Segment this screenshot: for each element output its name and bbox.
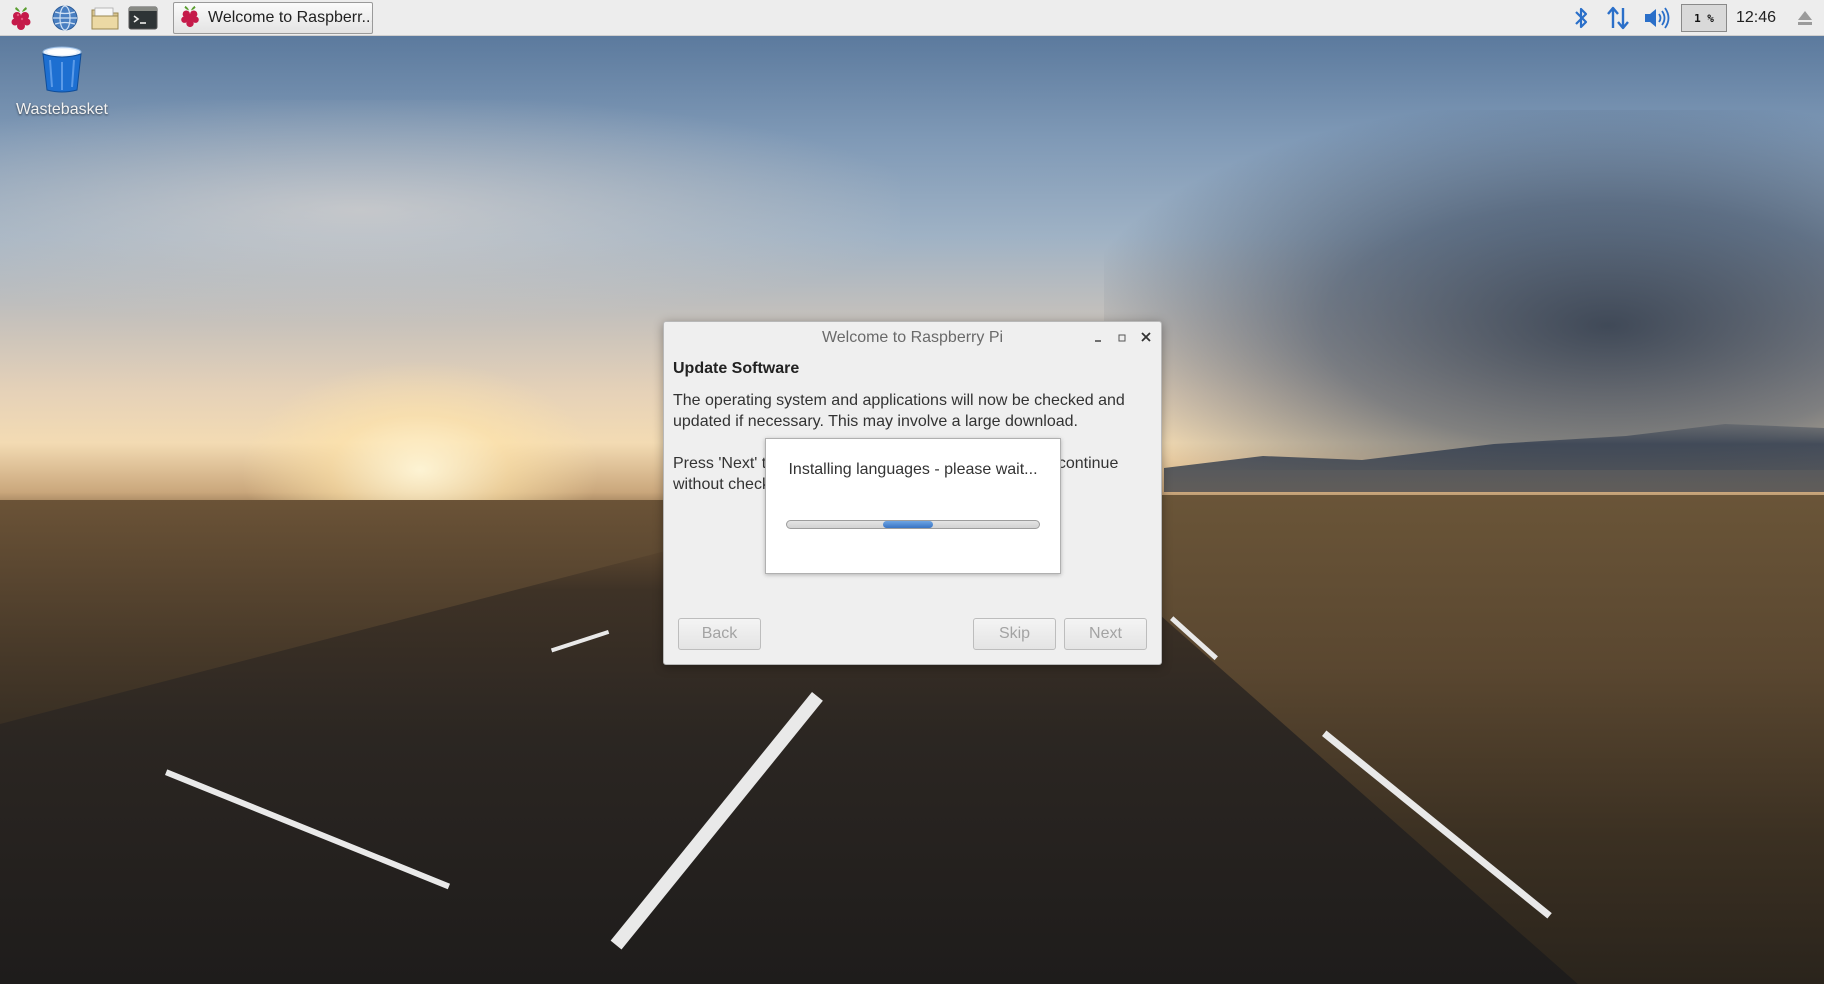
- wallpaper-field-left: [0, 500, 700, 724]
- raspberry-icon: [178, 3, 202, 34]
- minimize-button[interactable]: [1088, 328, 1108, 348]
- maximize-button[interactable]: [1112, 328, 1132, 348]
- dialog-heading: Update Software: [673, 360, 800, 377]
- desktop-icon-wastebasket[interactable]: Wastebasket: [10, 44, 114, 119]
- road-marking: [165, 769, 451, 890]
- wastebasket-icon: [38, 46, 86, 98]
- progress-popup: Installing languages - please wait...: [765, 438, 1061, 574]
- dialog-description: The operating system and applications wi…: [673, 392, 1125, 430]
- desktop: Welcome to Raspberr... 1 % 12:46 Wasteba…: [0, 0, 1824, 984]
- road-marking: [610, 692, 823, 950]
- taskbar: Welcome to Raspberr... 1 % 12:46: [0, 0, 1824, 36]
- wallpaper-clouds-light: [0, 100, 900, 320]
- network-icon[interactable]: [1604, 4, 1632, 32]
- bluetooth-icon[interactable]: [1568, 4, 1594, 32]
- volume-icon[interactable]: [1642, 5, 1672, 31]
- web-browser-icon[interactable]: [50, 3, 80, 33]
- desktop-icon-label: Wastebasket: [16, 101, 108, 118]
- eject-icon[interactable]: [1796, 9, 1814, 27]
- dialog-title: Welcome to Raspberry Pi: [821, 329, 1004, 346]
- wallpaper-field-right: [1124, 495, 1824, 984]
- close-icon: [1140, 330, 1152, 346]
- progress-bar-fill: [882, 521, 934, 528]
- taskbar-window-button[interactable]: Welcome to Raspberr...: [173, 2, 373, 34]
- back-button[interactable]: Back: [678, 618, 761, 650]
- terminal-icon[interactable]: [128, 3, 158, 33]
- clock[interactable]: 12:46: [1736, 0, 1776, 36]
- road-marking: [550, 630, 610, 653]
- wallpaper-clouds-dark: [1104, 110, 1824, 470]
- close-button[interactable]: [1136, 328, 1156, 348]
- dialog-titlebar[interactable]: Welcome to Raspberry Pi: [664, 322, 1161, 354]
- progress-message: Installing languages - please wait...: [788, 461, 1038, 478]
- cpu-usage-monitor[interactable]: 1 %: [1681, 4, 1727, 32]
- file-manager-icon[interactable]: [90, 3, 120, 33]
- taskbar-window-label: Welcome to Raspberr...: [208, 9, 372, 26]
- raspberry-menu-icon[interactable]: [6, 3, 36, 33]
- minimize-icon: [1093, 330, 1103, 346]
- progress-bar: [786, 520, 1040, 529]
- skip-button[interactable]: Skip: [973, 618, 1056, 650]
- maximize-icon: [1117, 330, 1127, 346]
- next-button[interactable]: Next: [1064, 618, 1147, 650]
